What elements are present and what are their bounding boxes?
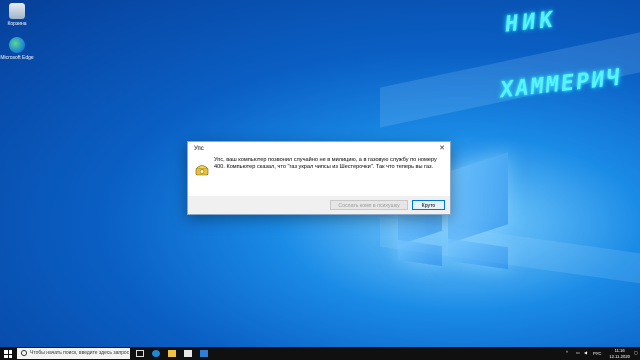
search-icon — [21, 350, 27, 356]
clock-date: 12.11.2020 — [609, 353, 630, 359]
system-clock[interactable]: 11:16 12.11.2020 — [609, 348, 630, 359]
windows-logo-pane — [448, 152, 508, 244]
phone-warning-icon — [195, 165, 209, 176]
desktop-icon-label: Корзина — [7, 21, 27, 27]
store-icon[interactable] — [184, 350, 192, 357]
file-explorer-icon[interactable] — [168, 350, 176, 357]
network-icon[interactable]: ▭ — [576, 350, 580, 355]
mail-icon[interactable] — [200, 350, 208, 357]
cool-button[interactable]: Круто — [412, 200, 445, 210]
dialog-message: Упс, ваш компьютер позвонил случайно не … — [214, 157, 437, 171]
windows-icon — [8, 354, 12, 358]
desktop-icon-recycle-bin[interactable]: Корзина — [0, 3, 34, 27]
edge-icon — [9, 37, 25, 53]
notifications-icon[interactable]: ▢ — [634, 350, 638, 355]
task-view-icon[interactable] — [136, 350, 144, 357]
send-to-asylum-button[interactable]: Сослать комп в психушку — [330, 200, 408, 210]
dialog-title: Упс — [194, 146, 204, 152]
windows-icon — [4, 354, 8, 358]
tray-chevron-icon[interactable]: ^ — [566, 350, 568, 355]
recycle-bin-icon — [9, 3, 25, 19]
close-icon[interactable]: ✕ — [439, 144, 445, 152]
search-box[interactable]: Чтобы начать поиск, введите здесь запрос — [17, 348, 130, 359]
message-dialog: Упс ✕ Упс, ваш компьютер позвонил случай… — [187, 141, 451, 215]
volume-icon[interactable]: ◀ — [584, 350, 587, 355]
windows-icon — [4, 350, 8, 354]
search-placeholder: Чтобы начать поиск, введите здесь запрос — [30, 350, 130, 356]
start-button[interactable] — [4, 350, 12, 358]
edge-icon[interactable] — [152, 350, 160, 357]
input-language[interactable]: РУС — [593, 351, 601, 356]
dialog-button-bar: Сослать комп в психушку Круто — [188, 196, 450, 214]
watermark-line-1: НИК — [503, 7, 558, 38]
desktop-icon-label: Microsoft Edge — [0, 55, 34, 61]
desktop-icon-edge[interactable]: Microsoft Edge — [0, 37, 34, 61]
taskbar: Чтобы начать поиск, введите здесь запрос… — [0, 347, 640, 360]
windows-icon — [8, 350, 12, 354]
